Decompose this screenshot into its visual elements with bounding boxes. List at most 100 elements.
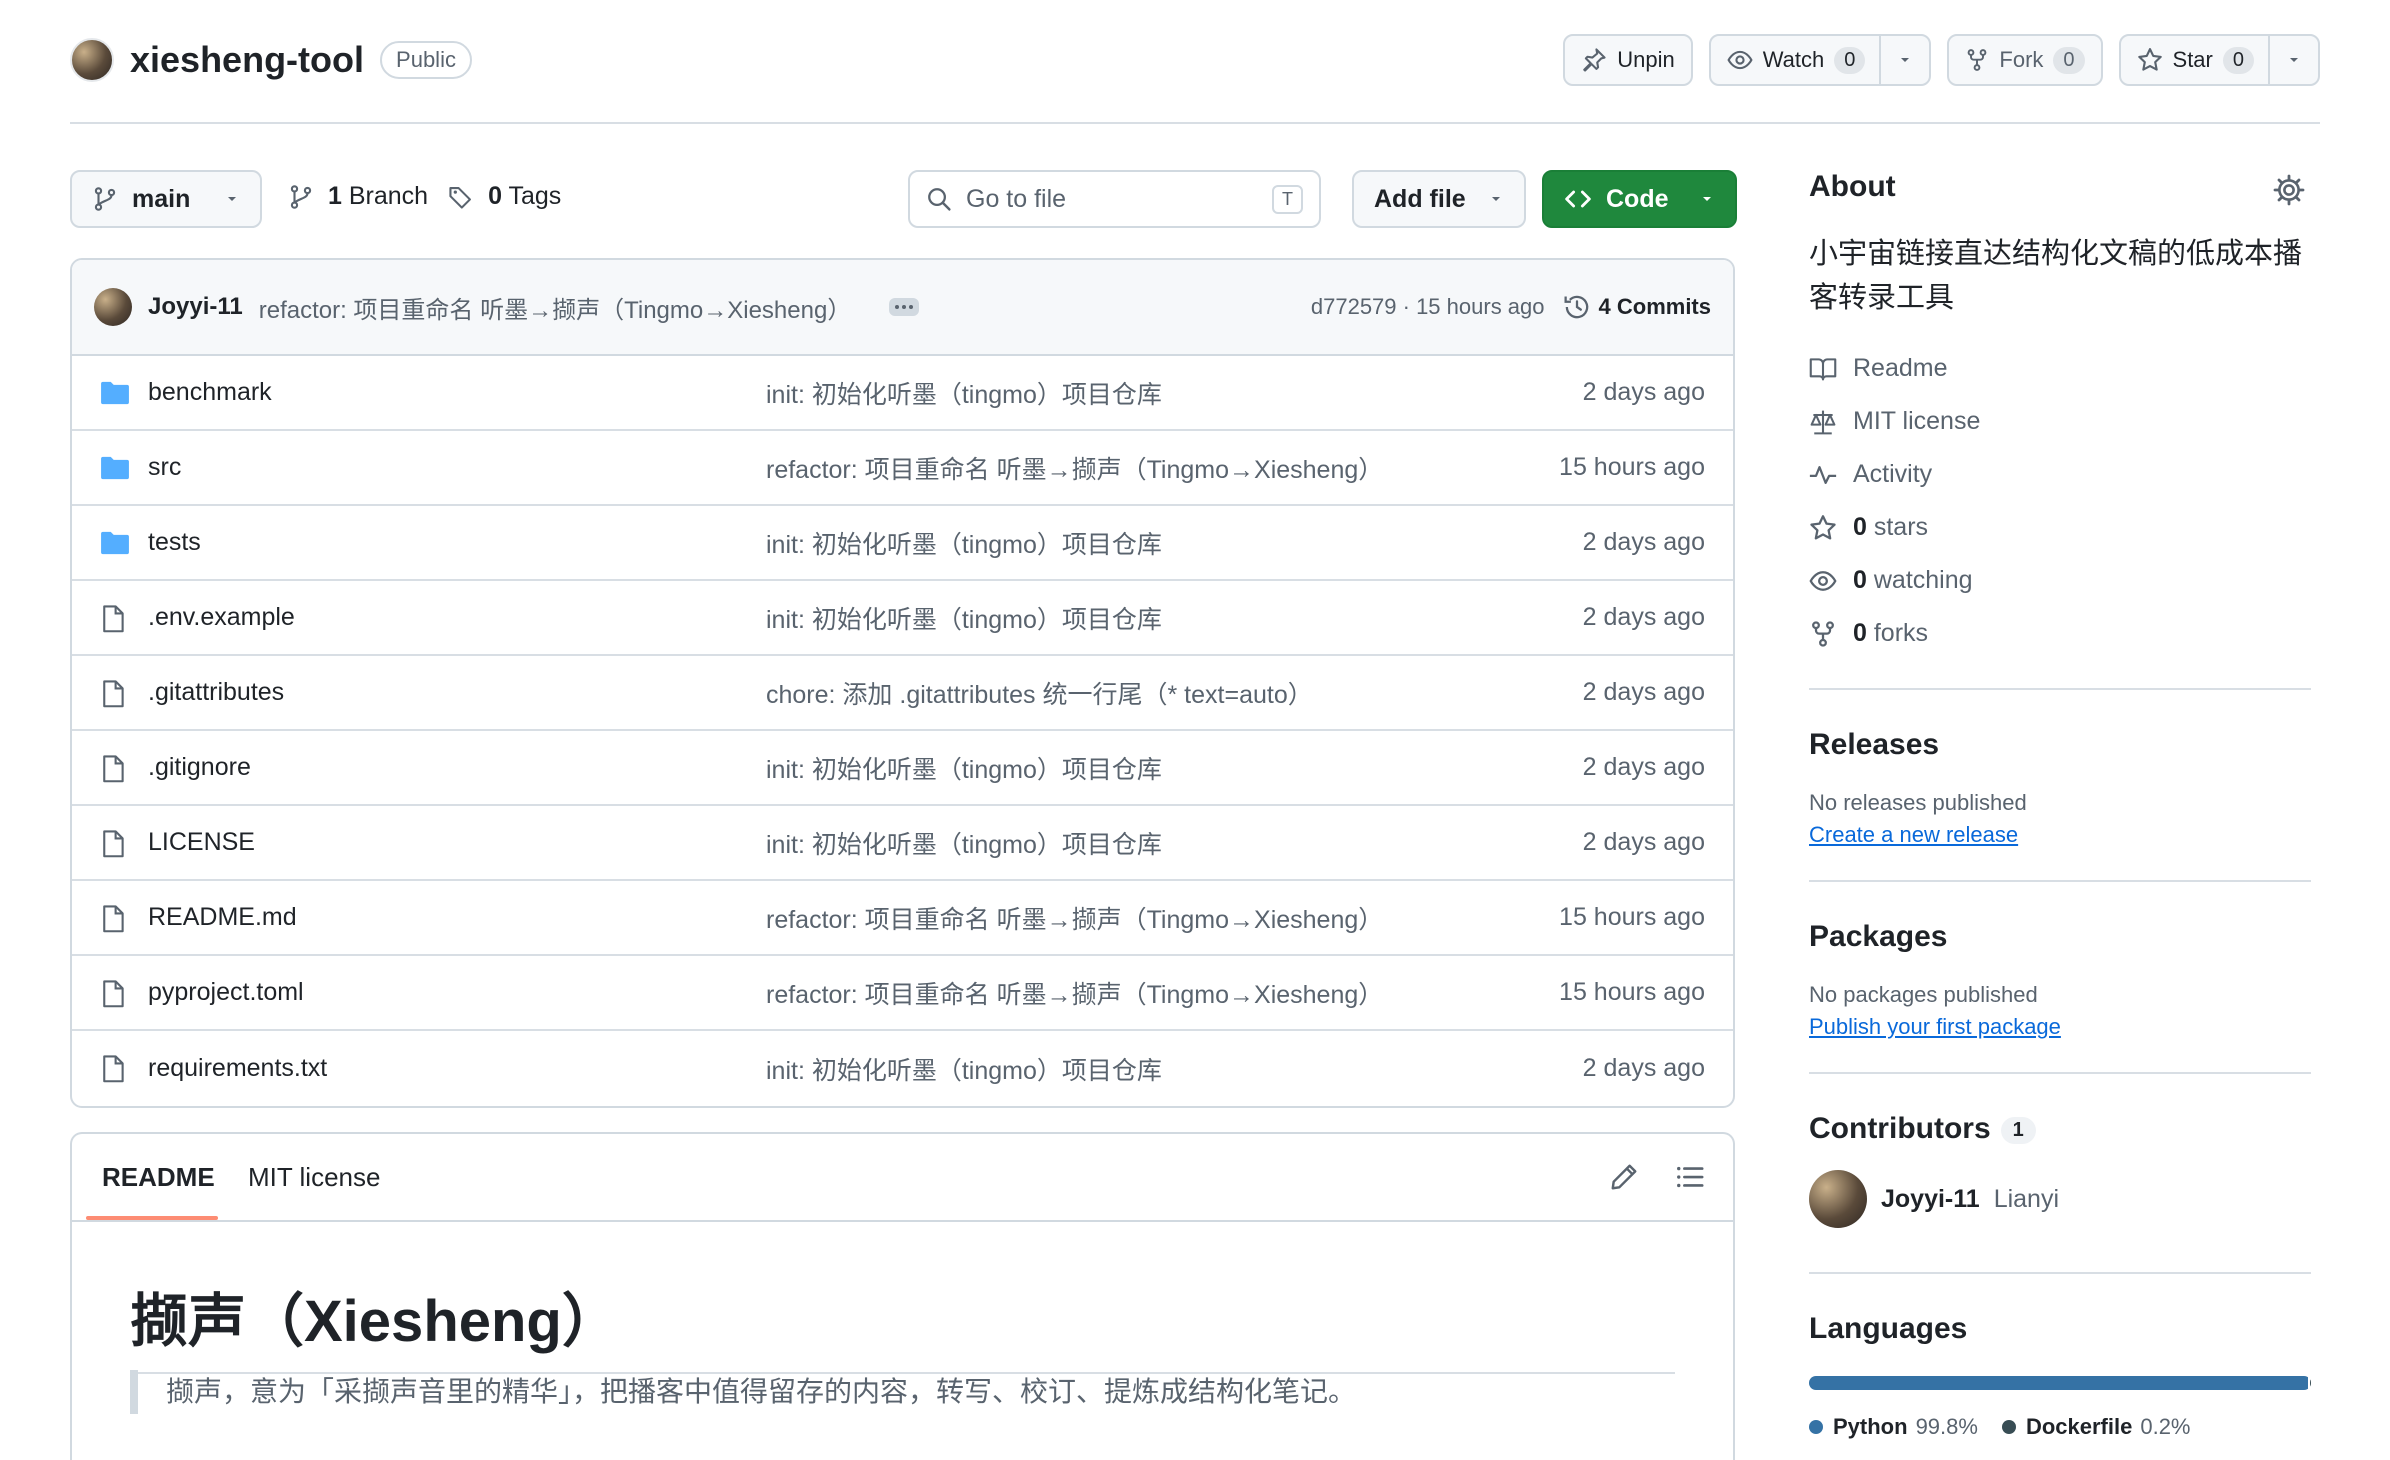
file-icon <box>103 680 124 708</box>
file-row[interactable]: .env.example init: 初始化听墨（tingmo）项目仓库 2 d… <box>72 581 1733 656</box>
file-date: 2 days ago <box>1582 753 1705 781</box>
contributors-title[interactable]: Contributors <box>1809 1112 1991 1145</box>
language-item[interactable]: Python 99.8% <box>1809 1414 1978 1440</box>
file-commit-message[interactable]: init: 初始化听墨（tingmo）项目仓库 <box>766 1051 1162 1087</box>
file-date: 2 days ago <box>1582 378 1705 406</box>
watch-button[interactable]: Watch 0 <box>1708 34 1932 86</box>
watching-link[interactable]: 0 watching <box>1809 554 2311 607</box>
unpin-button[interactable]: Unpin <box>1563 34 1693 86</box>
file-name[interactable]: tests <box>148 528 201 557</box>
file-row[interactable]: .gitignore init: 初始化听墨（tingmo）项目仓库 2 day… <box>72 731 1733 806</box>
language-percent: 0.2% <box>2140 1414 2191 1439</box>
chevron-down-icon <box>1901 58 1910 62</box>
file-commit-message[interactable]: refactor: 项目重命名 听墨→撷声（Tingmo→Xiesheng） <box>766 450 1383 486</box>
file-row[interactable]: src refactor: 项目重命名 听墨→撷声（Tingmo→Xieshen… <box>72 431 1733 506</box>
contributor-login[interactable]: Joyyi-11 <box>1881 1185 1980 1214</box>
watch-count: 0 <box>1834 46 1866 74</box>
fork-button[interactable]: Fork 0 <box>1947 34 2103 86</box>
file-row[interactable]: benchmark init: 初始化听墨（tingmo）项目仓库 2 days… <box>72 356 1733 431</box>
languages-title: Languages <box>1809 1312 1968 1345</box>
file-commit-message[interactable]: init: 初始化听墨（tingmo）项目仓库 <box>766 600 1162 636</box>
file-row[interactable]: LICENSE init: 初始化听墨（tingmo）项目仓库 2 days a… <box>72 806 1733 881</box>
pencil-icon[interactable] <box>1609 1162 1639 1192</box>
watch-dropdown[interactable] <box>1879 34 1913 86</box>
tab-license[interactable]: MIT license <box>248 1162 380 1193</box>
star-button[interactable]: Star 0 <box>2118 34 2320 86</box>
expand-commit-button[interactable] <box>889 298 920 316</box>
branch-select[interactable]: main <box>70 170 262 228</box>
publish-package-link[interactable]: Publish your first package <box>1809 1014 2061 1040</box>
file-name[interactable]: .gitattributes <box>148 678 284 707</box>
commit-message[interactable]: refactor: 项目重命名 听墨→撷声（Tingmo→Xiesheng） <box>259 290 852 325</box>
language-item[interactable]: Dockerfile 0.2% <box>2001 1414 2191 1440</box>
tab-readme[interactable]: README <box>102 1162 215 1193</box>
repo-name-link[interactable]: xiesheng-tool <box>130 39 364 81</box>
file-commit-message[interactable]: init: 初始化听墨（tingmo）项目仓库 <box>766 375 1162 411</box>
commit-author[interactable]: Joyyi-11 <box>148 293 243 321</box>
packages-section: Packages No packages published Publish y… <box>1809 880 2311 1072</box>
activity-link[interactable]: Activity <box>1809 448 2311 501</box>
file-name[interactable]: .gitignore <box>148 753 251 782</box>
star-count: 0 <box>2222 46 2254 74</box>
forks-count: 0 <box>1853 619 1867 647</box>
readme-link[interactable]: Readme <box>1809 342 2311 395</box>
branches-link[interactable]: 1 Branch <box>328 182 428 211</box>
file-icon <box>103 1055 124 1083</box>
file-commit-message[interactable]: refactor: 项目重命名 听墨→撷声（Tingmo→Xiesheng） <box>766 900 1383 936</box>
add-file-button[interactable]: Add file <box>1352 170 1526 228</box>
contributor-item[interactable]: Joyyi-11 Lianyi <box>1809 1170 2311 1228</box>
file-name[interactable]: LICENSE <box>148 828 255 857</box>
history-icon <box>1564 295 1588 319</box>
folder-icon <box>101 381 129 405</box>
file-name[interactable]: README.md <box>148 903 297 932</box>
outline-list-icon[interactable] <box>1675 1162 1705 1192</box>
file-list: Joyyi-11 refactor: 项目重命名 听墨→撷声（Tingmo→Xi… <box>70 258 1735 1108</box>
file-date: 2 days ago <box>1582 528 1705 556</box>
about-title: About <box>1809 170 1896 203</box>
forks-link[interactable]: 0 forks <box>1809 607 2311 660</box>
star-dropdown[interactable] <box>2268 34 2302 86</box>
file-date: 15 hours ago <box>1559 453 1705 481</box>
stars-link[interactable]: 0 stars <box>1809 501 2311 554</box>
file-row[interactable]: pyproject.toml refactor: 项目重命名 听墨→撷声（Tin… <box>72 956 1733 1031</box>
code-label: Code <box>1606 184 1669 213</box>
commit-author-avatar[interactable] <box>94 288 132 326</box>
commit-sha-time[interactable]: d772579 · 15 hours ago <box>1311 294 1545 320</box>
owner-avatar[interactable] <box>70 38 114 82</box>
file-row[interactable]: requirements.txt init: 初始化听墨（tingmo）项目仓库… <box>72 1031 1733 1106</box>
file-name[interactable]: requirements.txt <box>148 1054 327 1083</box>
star-icon <box>1810 514 1836 539</box>
file-name[interactable]: benchmark <box>148 378 272 407</box>
file-row[interactable]: tests init: 初始化听墨（tingmo）项目仓库 2 days ago <box>72 506 1733 581</box>
file-row[interactable]: README.md refactor: 项目重命名 听墨→撷声（Tingmo→X… <box>72 881 1733 956</box>
file-row[interactable]: .gitattributes chore: 添加 .gitattributes … <box>72 656 1733 731</box>
packages-title[interactable]: Packages <box>1809 920 2311 954</box>
tags-link[interactable]: 0 Tags <box>488 182 561 211</box>
go-to-file-input[interactable]: Go to file T <box>908 170 1321 228</box>
language-name: Dockerfile <box>2025 1414 2133 1439</box>
file-name[interactable]: .env.example <box>148 603 295 632</box>
file-name[interactable]: src <box>148 453 181 482</box>
file-commit-message[interactable]: refactor: 项目重命名 听墨→撷声（Tingmo→Xiesheng） <box>766 975 1383 1011</box>
license-link[interactable]: MIT license <box>1809 395 2311 448</box>
contributors-section: Contributors 1 Joyyi-11 Lianyi <box>1809 1072 2311 1272</box>
language-bar-python <box>1809 1376 2308 1390</box>
latest-commit-bar: Joyyi-11 refactor: 项目重命名 听墨→撷声（Tingmo→Xi… <box>72 260 1733 356</box>
file-commit-message[interactable]: init: 初始化听墨（tingmo）项目仓库 <box>766 825 1162 861</box>
file-name[interactable]: pyproject.toml <box>148 978 304 1007</box>
code-button[interactable]: Code <box>1542 170 1737 228</box>
gear-icon[interactable] <box>2273 174 2305 206</box>
packages-status: No packages published <box>1809 982 2038 1007</box>
avatar[interactable] <box>1809 1170 1867 1228</box>
languages-section: Languages Python 99.8% Dockerfile 0.2% <box>1809 1272 2311 1460</box>
create-release-link[interactable]: Create a new release <box>1809 822 2018 848</box>
file-commit-message[interactable]: init: 初始化听墨（tingmo）项目仓库 <box>766 525 1162 561</box>
file-commit-message[interactable]: chore: 添加 .gitattributes 统一行尾（* text=aut… <box>766 675 1313 711</box>
repo-page: xiesheng-tool Public Unpin Watch 0 Fork … <box>0 0 2390 1460</box>
file-commit-message[interactable]: init: 初始化听墨（tingmo）项目仓库 <box>766 750 1162 786</box>
releases-title[interactable]: Releases <box>1809 728 2311 762</box>
file-date: 2 days ago <box>1582 678 1705 706</box>
commits-link[interactable]: 4 Commits <box>1563 293 1711 321</box>
language-name: Python <box>1833 1414 1908 1439</box>
contributors-count: 1 <box>2000 1116 2036 1144</box>
